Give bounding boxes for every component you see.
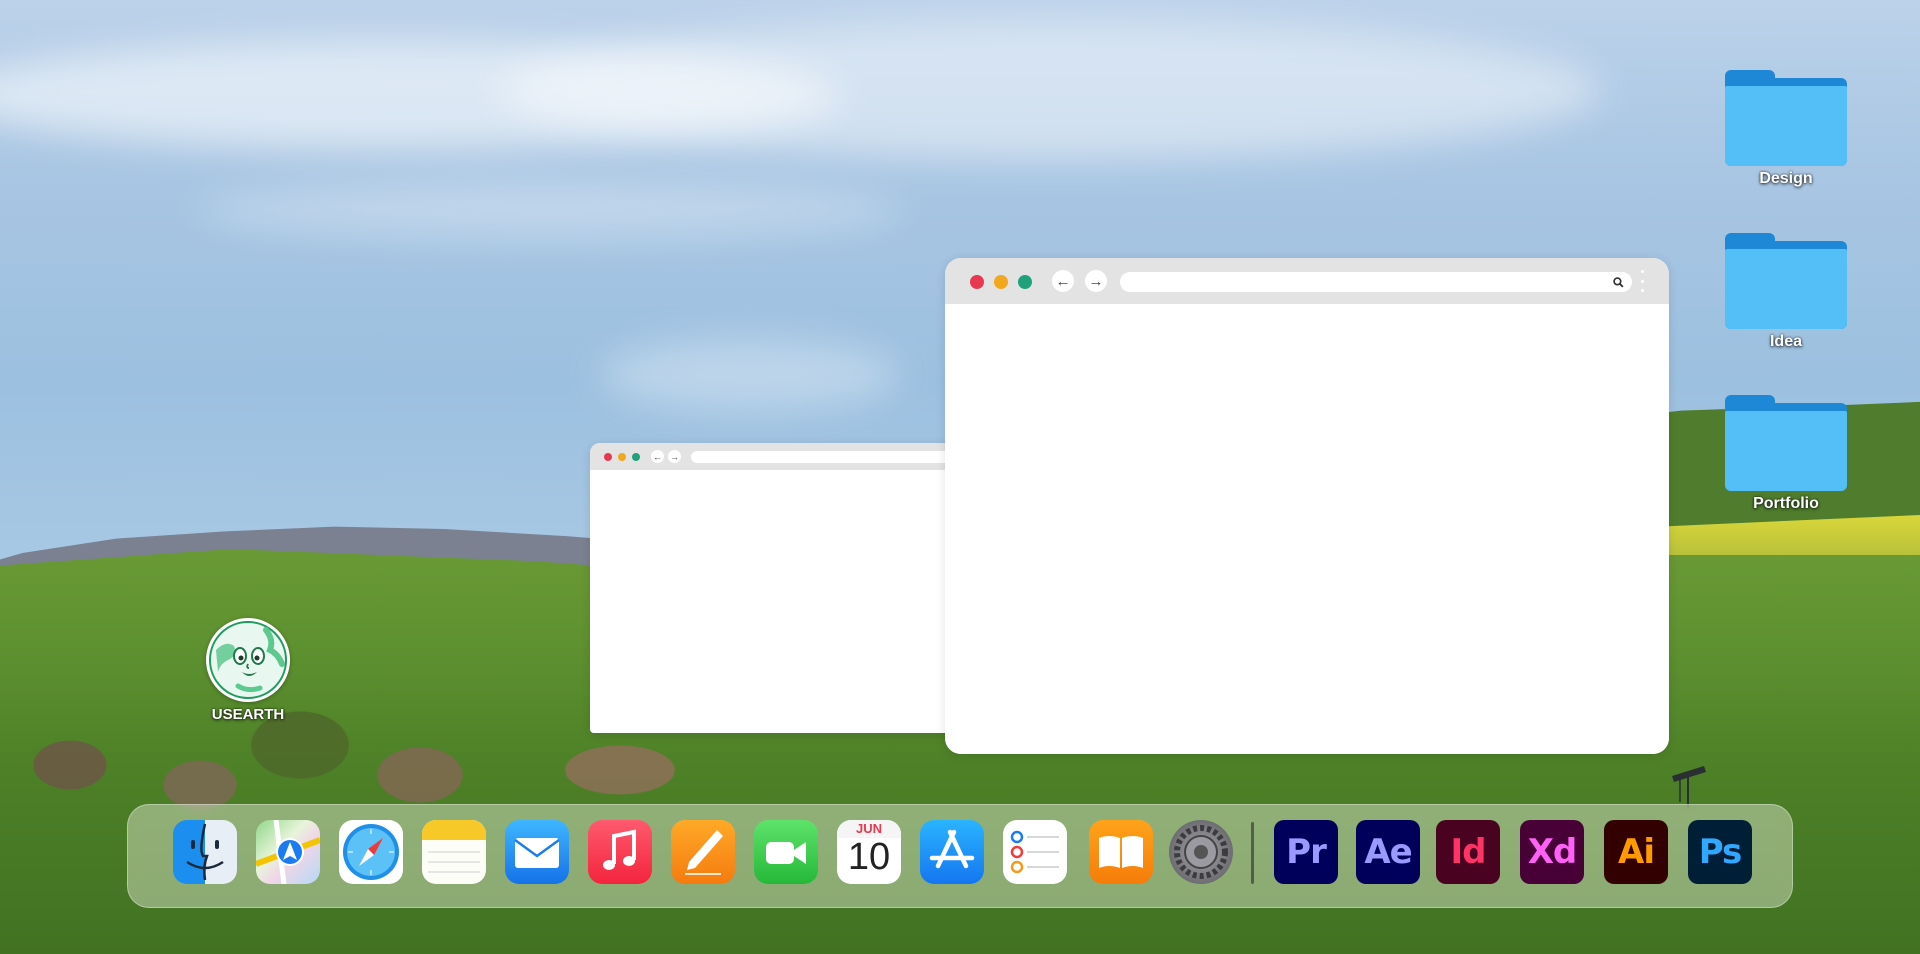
folder-icon [1725,70,1847,166]
cloud [200,180,900,240]
dock-separator [1251,822,1254,884]
illustrator-icon: Ai [1618,832,1655,872]
after-effects-icon: Ae [1364,832,1412,872]
dock-app-indesign[interactable]: Id [1436,820,1500,884]
reminders-icon [1010,830,1059,874]
forward-arrow-icon[interactable]: → [668,450,681,463]
mail-icon [514,838,560,868]
notes-icon [422,820,486,873]
app-store-icon [929,829,975,869]
dock-app-books[interactable] [1089,820,1153,884]
folder-label: Portfolio [1753,495,1819,512]
desktop-folder-design[interactable]: Design [1721,70,1851,188]
facetime-icon [766,842,806,864]
premiere-pro-icon: Pr [1286,832,1327,872]
solar-panel [1672,766,1706,808]
zoom-button[interactable] [632,453,640,461]
page-content-area[interactable] [945,304,1669,754]
calendar-day: 10 [847,836,891,878]
dock-app-music[interactable] [588,820,652,884]
folder-icon [1725,233,1847,329]
back-arrow-icon[interactable]: ← [1052,270,1074,292]
window-toolbar: ← → [945,258,1669,304]
cloud [600,340,900,410]
more-menu-icon[interactable] [1639,270,1645,292]
dock-app-finder[interactable] [173,820,237,884]
desktop-app-usearth[interactable]: USEARTH [198,618,298,723]
dock-app-photoshop[interactable]: Ps [1688,820,1752,884]
usearth-globe-icon [206,618,290,702]
dock-app-app-store[interactable] [920,820,984,884]
folder-label: Design [1759,170,1813,187]
search-icon [1613,277,1624,288]
xd-icon: Xd [1527,832,1578,872]
dock-app-safari[interactable] [339,820,403,884]
folder-label: Idea [1769,333,1802,350]
music-icon [603,829,636,870]
dock-app-premiere-pro[interactable]: Pr [1274,820,1338,884]
close-button[interactable] [604,453,612,461]
settings-gear-icon [1174,825,1228,879]
dock-app-calendar[interactable]: JUN 10 [837,820,901,884]
dock-app-after-effects[interactable]: Ae [1356,820,1420,884]
desktop-folder-portfolio[interactable]: Portfolio [1721,395,1851,513]
dock-app-facetime[interactable] [754,820,818,884]
app-label: USEARTH [211,706,285,723]
desktop-folder-idea[interactable]: Idea [1721,233,1851,351]
safari-icon [343,824,399,880]
photoshop-icon: Ps [1698,832,1743,872]
browser-window-large[interactable]: ← → [945,258,1669,754]
address-bar[interactable] [691,451,986,463]
minimize-button[interactable] [618,453,626,461]
forward-arrow-icon[interactable]: → [1085,270,1107,292]
dock-app-mail[interactable] [505,820,569,884]
address-bar[interactable] [1120,272,1632,292]
maps-icon [256,820,320,884]
minimize-button[interactable] [994,275,1008,289]
dock-app-illustrator[interactable]: Ai [1604,820,1668,884]
cloud [500,20,1600,160]
zoom-button[interactable] [1018,275,1032,289]
indesign-icon: Id [1450,832,1487,872]
dock-app-pages[interactable] [671,820,735,884]
dock-app-notes[interactable] [422,820,486,884]
close-button[interactable] [970,275,984,289]
finder-icon [186,823,224,881]
books-icon [1099,836,1143,868]
dock-app-xd[interactable]: Xd [1520,820,1584,884]
dock-app-reminders[interactable] [1003,820,1067,884]
back-arrow-icon[interactable]: ← [651,450,664,463]
dock-app-system-preferences[interactable] [1169,820,1233,884]
pages-icon [685,830,723,875]
dock-app-maps[interactable] [256,820,320,884]
folder-icon [1725,395,1847,491]
